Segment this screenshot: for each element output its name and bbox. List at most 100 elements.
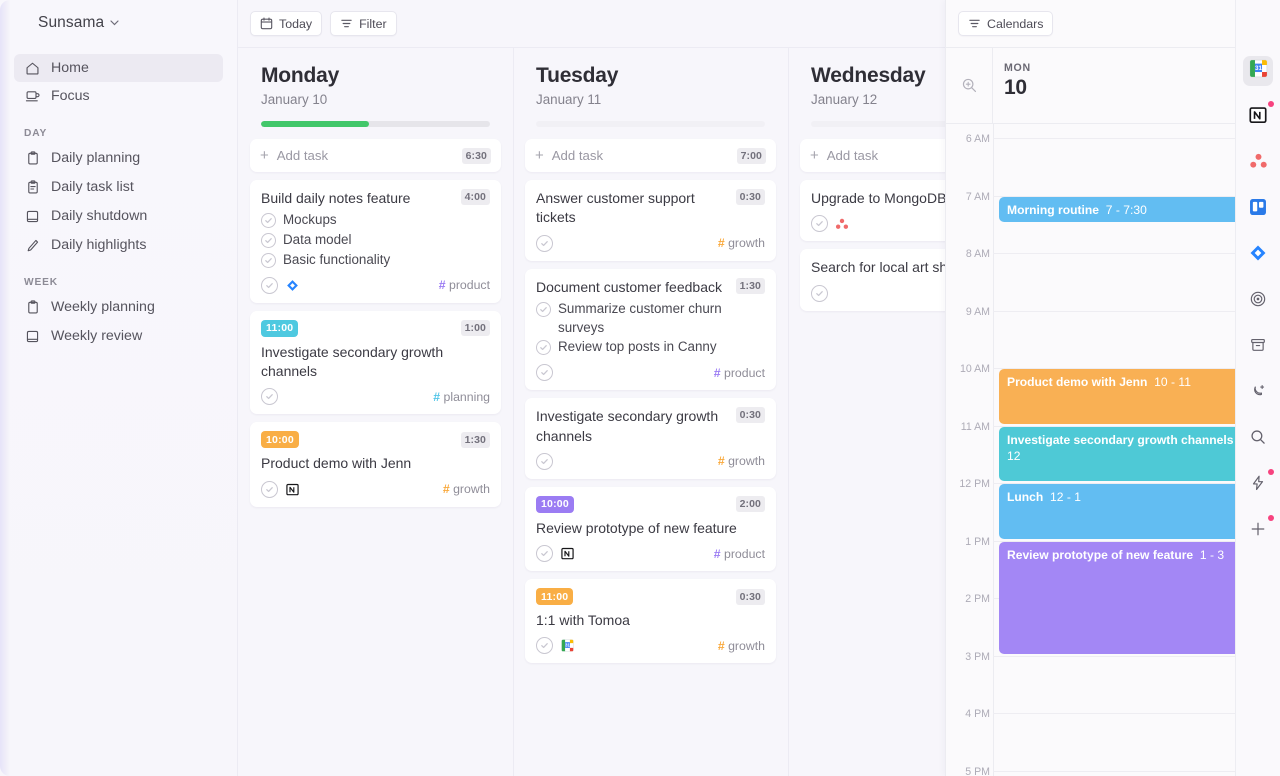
task-card-footer: # planning — [261, 388, 490, 406]
calendar-event[interactable]: Lunch 12 - 1 — [999, 484, 1270, 539]
notification-badge — [1268, 515, 1274, 521]
calendar-grid[interactable]: 6 AM 7 AM 8 AM 9 AM 10 AM 11 AM 12 PM 1 PM 2 PM 3… — [946, 124, 1280, 776]
calendar-hour-label: 4 PM — [965, 708, 990, 720]
calendar-event-time: 10 - 11 — [1154, 375, 1191, 389]
asana-icon-button[interactable] — [1243, 148, 1273, 178]
sidebar-item-weekly-review[interactable]: Weekly review — [14, 322, 223, 350]
subtask-checkbox[interactable] — [536, 340, 551, 356]
calendar-event[interactable]: Investigate secondary growth channels 11… — [999, 426, 1270, 481]
calendars-button[interactable]: Calendars — [958, 11, 1054, 36]
sidebar-item-daily-highlights[interactable]: Daily highlights — [14, 231, 223, 259]
filter-button[interactable]: Filter — [330, 11, 397, 36]
clipboard-icon — [24, 299, 41, 316]
lightning-integrations-icon-button[interactable] — [1243, 469, 1274, 500]
task-card-footer: # product — [536, 364, 765, 382]
archive-icon-button[interactable] — [1243, 332, 1273, 362]
calendar-hour-label: 2 PM — [965, 593, 990, 605]
asana-icon[interactable] — [835, 217, 849, 231]
task-card-footer: 31 # growth — [536, 637, 765, 655]
task-complete-checkbox[interactable] — [811, 284, 828, 302]
task-complete-checkbox[interactable] — [536, 452, 553, 470]
task-card[interactable]: 10:00 2:00 Review prototype of new feature… — [525, 486, 776, 572]
task-complete-checkbox[interactable] — [536, 234, 553, 252]
sidebar-item-focus[interactable]: Focus — [14, 82, 223, 110]
archive-icon — [1249, 336, 1267, 359]
task-card[interactable]: Investigate secondary growth channels 0:3… — [525, 398, 776, 479]
calendar-event[interactable]: Review prototype of new feature 1 - 3 — [999, 541, 1270, 654]
task-scheduled-time-chip: 10:00 — [536, 495, 574, 513]
zoom-in-icon[interactable] — [946, 48, 993, 123]
subtask-label: Review top posts in Canny — [558, 339, 717, 355]
subtask-checkbox[interactable] — [261, 233, 276, 249]
notion-icon[interactable] — [560, 547, 574, 561]
google-calendar-icon-button[interactable]: 31 — [1243, 56, 1273, 86]
today-button[interactable]: Today — [250, 11, 323, 36]
calendar-event[interactable]: Product demo with Jenn 10 - 11 — [999, 369, 1270, 424]
hash-icon: # — [442, 482, 450, 497]
task-card[interactable]: 11:00 1:00 Investigate secondary growth ch… — [250, 310, 501, 415]
task-tag-label: growth — [724, 638, 765, 653]
notion-icon[interactable] — [285, 482, 299, 496]
add-task-button[interactable]: + Add task 6:30 — [250, 139, 501, 172]
google-calendar-icon[interactable]: 31 — [560, 639, 574, 653]
task-complete-checkbox[interactable] — [536, 364, 553, 382]
task-complete-checkbox[interactable] — [261, 480, 278, 498]
subtask-item[interactable]: Review top posts in Canny — [536, 338, 765, 357]
calendar-event[interactable]: Morning routine 7 - 7:30 — [999, 196, 1270, 223]
task-tag[interactable]: # product — [439, 278, 490, 292]
task-tag[interactable]: # product — [714, 366, 765, 380]
task-tag[interactable]: # growth — [718, 454, 765, 468]
task-card[interactable]: 10:00 1:30 Product demo with Jenn # growth — [250, 422, 501, 507]
task-card[interactable]: Document customer feedback 1:30 Summarize … — [525, 268, 776, 391]
task-card[interactable]: 11:00 0:30 1:1 with Tomoa 31 # growth — [525, 579, 776, 664]
sidebar-item-weekly-planning[interactable]: Weekly planning — [14, 293, 223, 321]
task-complete-checkbox[interactable] — [261, 388, 278, 406]
add-task-button[interactable]: + Add task 7:00 — [525, 139, 776, 172]
trello-icon-button[interactable] — [1243, 194, 1273, 224]
task-tag[interactable]: # planning — [433, 390, 490, 404]
sidebar-item-daily-shutdown[interactable]: Daily shutdown — [14, 202, 223, 230]
book-icon — [24, 328, 41, 345]
subtask-item[interactable]: Basic functionality — [261, 251, 490, 270]
sidebar-item-daily-task-list[interactable]: Daily task list — [14, 173, 223, 201]
subtask-checkbox[interactable] — [261, 252, 276, 268]
task-tag[interactable]: # growth — [718, 236, 765, 250]
day-column-header: Monday January 10 — [250, 48, 501, 127]
task-card-chip-row: 11:00 0:30 — [536, 588, 765, 606]
task-card[interactable]: Build daily notes feature 4:00 Mockups Data… — [250, 180, 501, 303]
calendar-hour-label: 12 PM — [959, 478, 990, 490]
search-icon-button[interactable] — [1243, 424, 1273, 454]
sidebar-item-label: Weekly review — [51, 328, 143, 344]
task-card-top: Build daily notes feature 4:00 — [261, 189, 490, 208]
objectives-target-icon-button[interactable] — [1243, 286, 1273, 316]
task-complete-checkbox[interactable] — [536, 637, 553, 655]
filter-icon — [968, 17, 981, 30]
plus-icon: + — [535, 147, 544, 164]
subtask-checkbox[interactable] — [261, 213, 276, 229]
subtask-item[interactable]: Data model — [261, 231, 490, 250]
task-card-chip-row: 10:00 1:30 — [261, 431, 490, 449]
sidebar-item-home[interactable]: Home — [14, 54, 223, 82]
jira-icon-button[interactable] — [1243, 240, 1273, 270]
task-tag-label: product — [720, 365, 765, 380]
jira-icon[interactable] — [285, 278, 299, 292]
task-tag[interactable]: # product — [714, 547, 765, 561]
workspace-switcher[interactable]: Sunsama — [14, 0, 223, 46]
moon-shutdown-icon-button[interactable] — [1243, 378, 1273, 408]
plus-add-icon-button[interactable] — [1243, 515, 1274, 546]
task-tag-label: planning — [440, 389, 490, 404]
subtask-item[interactable]: Summarize customer churn surveys — [536, 300, 765, 338]
chevron-down-icon — [110, 19, 119, 29]
task-complete-checkbox[interactable] — [536, 545, 553, 563]
sidebar-item-daily-planning[interactable]: Daily planning — [14, 144, 223, 172]
notion-icon-button[interactable] — [1243, 101, 1274, 132]
subtask-checkbox[interactable] — [536, 301, 551, 317]
task-card[interactable]: Answer customer support tickets 0:30 # gro… — [525, 180, 776, 261]
day-column: Monday January 10 + Add task 6:30 Build daily… — [238, 48, 513, 776]
task-complete-checkbox[interactable] — [261, 276, 278, 294]
task-tag[interactable]: # growth — [718, 639, 765, 653]
task-tag[interactable]: # growth — [443, 482, 490, 496]
task-title: Document customer feedback — [536, 278, 722, 295]
task-complete-checkbox[interactable] — [811, 215, 828, 233]
subtask-item[interactable]: Mockups — [261, 211, 490, 230]
